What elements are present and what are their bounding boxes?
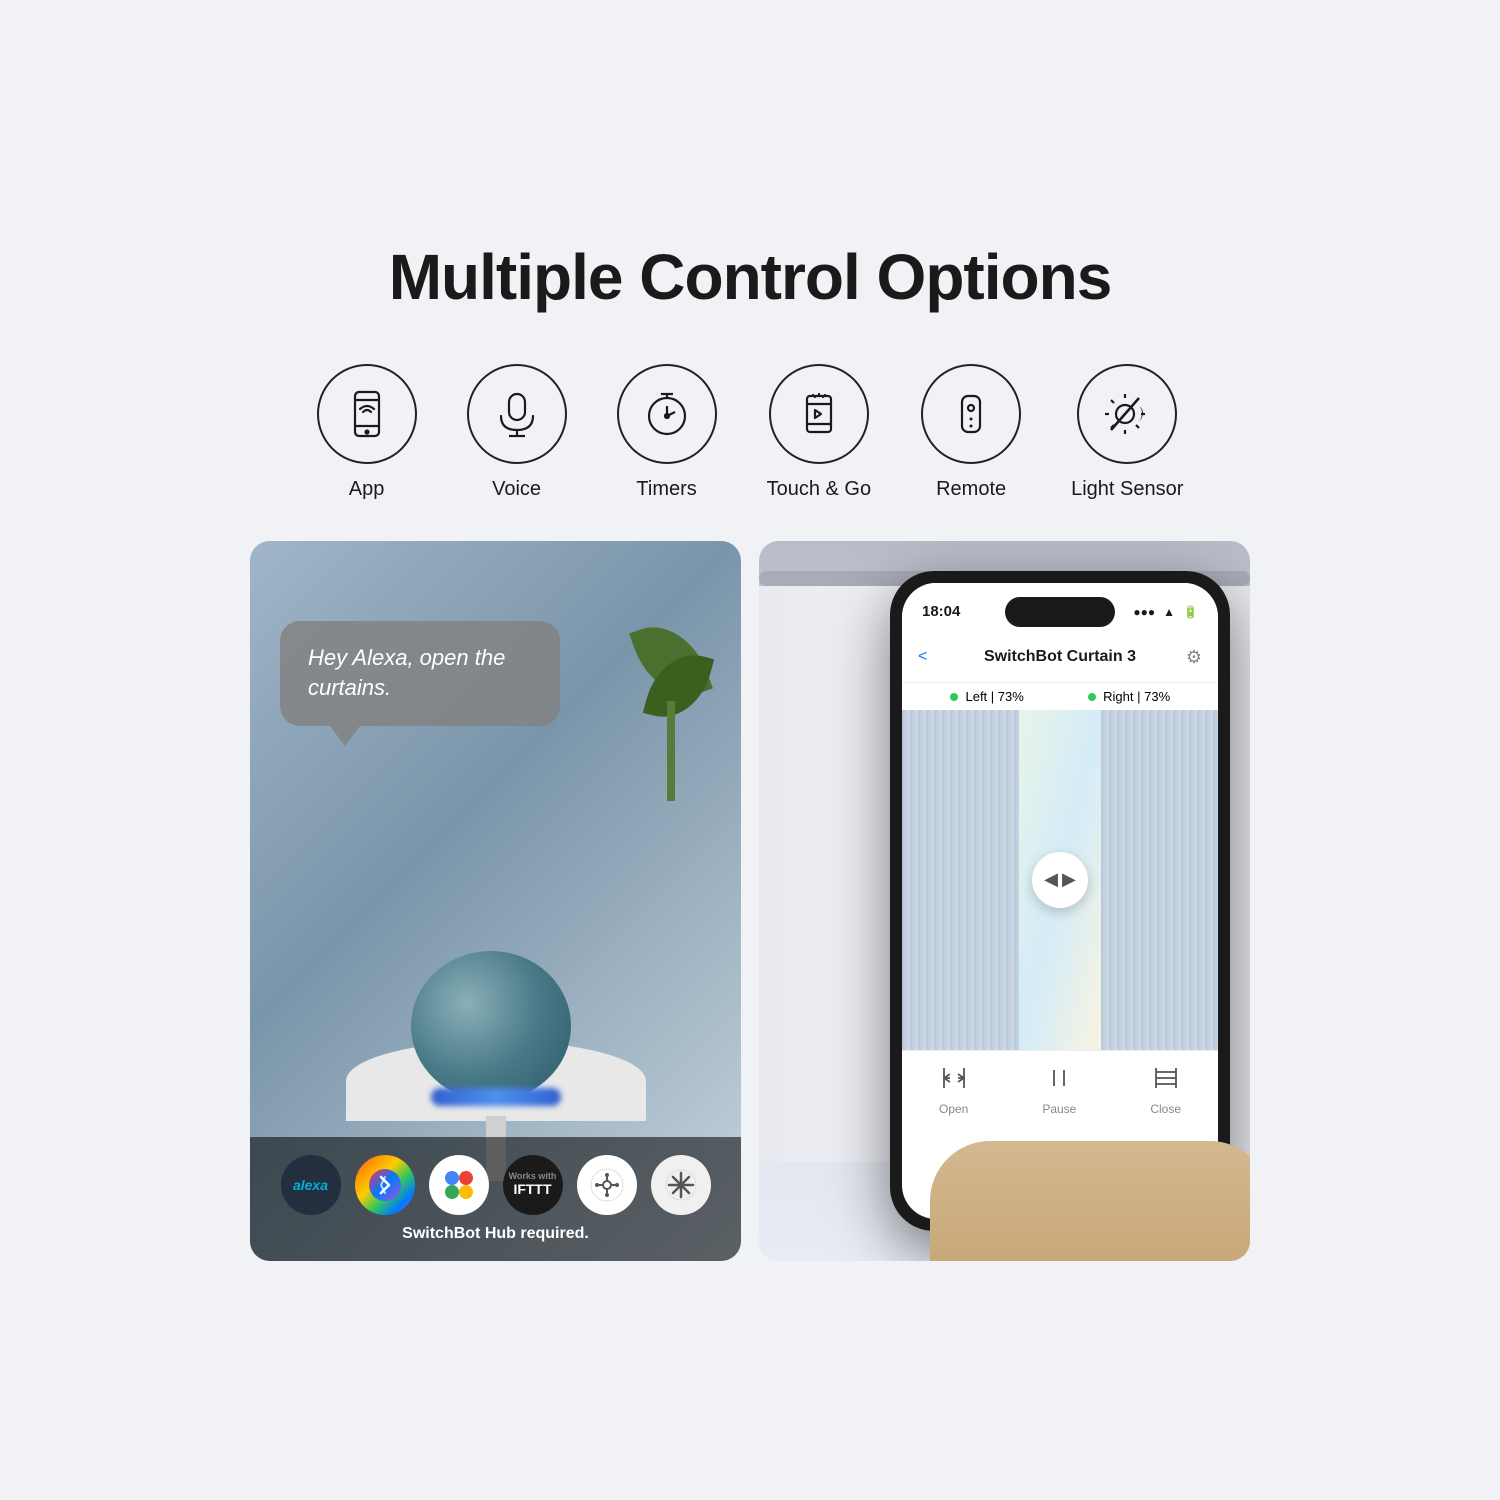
matter-logo — [577, 1155, 637, 1215]
hand-decoration — [930, 1141, 1250, 1261]
shortcuts-logo — [355, 1155, 415, 1215]
phone-screen: 18:04 ●●● ▲ 🔋 < SwitchBot Curtain — [902, 583, 1218, 1219]
pause-label: Pause — [1042, 1102, 1076, 1116]
open-label: Open — [939, 1102, 968, 1116]
phone-time: 18:04 — [922, 603, 960, 620]
control-item-remote: Remote — [921, 364, 1021, 501]
timers-label: Timers — [636, 478, 696, 501]
page-title: Multiple Control Options — [250, 240, 1250, 314]
google-logo — [429, 1155, 489, 1215]
control-item-app: App — [317, 364, 417, 501]
control-item-light-sensor: Light Sensor — [1071, 364, 1183, 501]
light-sensor-label: Light Sensor — [1071, 478, 1183, 501]
app-icon-circle — [317, 364, 417, 464]
control-item-touch: Touch & Go — [767, 364, 872, 501]
battery-icon: 🔋 — [1183, 605, 1198, 619]
control-item-timers: Timers — [617, 364, 717, 501]
curtain-move-control[interactable]: ◀ ▶ — [1032, 852, 1088, 908]
logos-bar: alexa — [250, 1137, 741, 1261]
alexa-logo: alexa — [281, 1155, 341, 1215]
app-curtain-right — [1101, 710, 1218, 1050]
echo-sphere — [411, 951, 571, 1101]
right-status: Right | 73% — [1088, 689, 1171, 704]
echo-dot — [411, 951, 581, 1106]
phone-status-icons: ●●● ▲ 🔋 — [1133, 605, 1198, 619]
logos-row: alexa — [270, 1155, 721, 1215]
open-control[interactable]: Open — [939, 1064, 968, 1116]
phone-body: 18:04 ●●● ▲ 🔋 < SwitchBot Curtain — [890, 571, 1230, 1231]
light-sensor-icon-circle — [1077, 364, 1177, 464]
close-label: Close — [1150, 1102, 1181, 1116]
close-control[interactable]: Close — [1150, 1064, 1181, 1116]
touch-label: Touch & Go — [767, 478, 872, 501]
phone-nav-bar: < SwitchBot Curtain 3 ⚙ — [902, 633, 1218, 683]
phone-notch — [1005, 597, 1115, 627]
homekit-logo — [651, 1155, 711, 1215]
phone-gear-button[interactable]: ⚙ — [1186, 647, 1202, 668]
phone-curtain-display: ◀ ▶ — [902, 710, 1218, 1050]
phone-nav-title: SwitchBot Curtain 3 — [984, 648, 1136, 666]
close-icon — [1152, 1064, 1180, 1098]
timers-icon-circle — [617, 364, 717, 464]
phone-bottom-controls: Open Pause — [902, 1050, 1218, 1130]
app-curtain-left — [902, 710, 1019, 1050]
ifttt-logo: Works withIFTTT — [503, 1155, 563, 1215]
phone-status-row: Left | 73% Right | 73% — [902, 683, 1218, 710]
left-status: Left | 73% — [950, 689, 1024, 704]
plant-decoration — [631, 601, 711, 801]
voice-icon-circle — [467, 364, 567, 464]
phone-container: 18:04 ●●● ▲ 🔋 < SwitchBot Curtain — [890, 571, 1230, 1231]
signal-icon: ●●● — [1133, 605, 1155, 619]
control-icons-row: App Voice — [250, 364, 1250, 501]
echo-ring — [431, 1088, 561, 1106]
bottom-section: Hey Alexa, open the curtains. alexa — [250, 541, 1250, 1261]
pause-icon — [1045, 1064, 1073, 1098]
left-panel: Hey Alexa, open the curtains. alexa — [250, 541, 741, 1261]
right-panel: 18:04 ●●● ▲ 🔋 < SwitchBot Curtain — [759, 541, 1250, 1261]
right-arrow-icon: ▶ — [1062, 869, 1076, 890]
hub-required-text: SwitchBot Hub required. — [270, 1225, 721, 1243]
left-arrow-icon: ◀ — [1044, 869, 1058, 890]
app-label: App — [349, 478, 385, 501]
control-item-voice: Voice — [467, 364, 567, 501]
touch-icon-circle — [769, 364, 869, 464]
remote-label: Remote — [936, 478, 1006, 501]
alexa-speech-bubble: Hey Alexa, open the curtains. — [280, 621, 560, 727]
curtain-scene: 18:04 ●●● ▲ 🔋 < SwitchBot Curtain — [759, 541, 1250, 1261]
remote-icon-circle — [921, 364, 1021, 464]
open-icon — [940, 1064, 968, 1098]
phone-back-button[interactable]: < — [918, 648, 927, 666]
wifi-icon: ▲ — [1163, 605, 1175, 619]
voice-label: Voice — [492, 478, 541, 501]
speech-text: Hey Alexa, open the curtains. — [308, 645, 505, 701]
page-container: Multiple Control Options App — [220, 200, 1280, 1301]
pause-control[interactable]: Pause — [1042, 1064, 1076, 1116]
